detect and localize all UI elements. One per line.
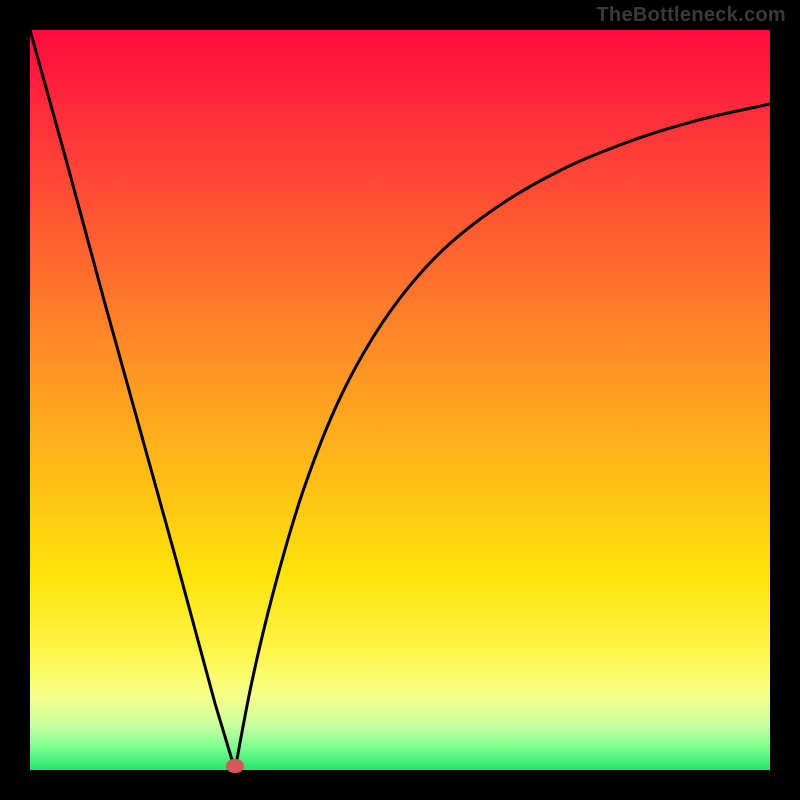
chart-frame: TheBottleneck.com	[0, 0, 800, 800]
curve-right-branch	[235, 104, 770, 770]
plot-area	[30, 30, 770, 770]
minimum-marker	[226, 759, 244, 773]
bottleneck-curve	[30, 30, 770, 770]
curve-left-branch	[30, 30, 235, 770]
watermark-text: TheBottleneck.com	[596, 4, 786, 27]
